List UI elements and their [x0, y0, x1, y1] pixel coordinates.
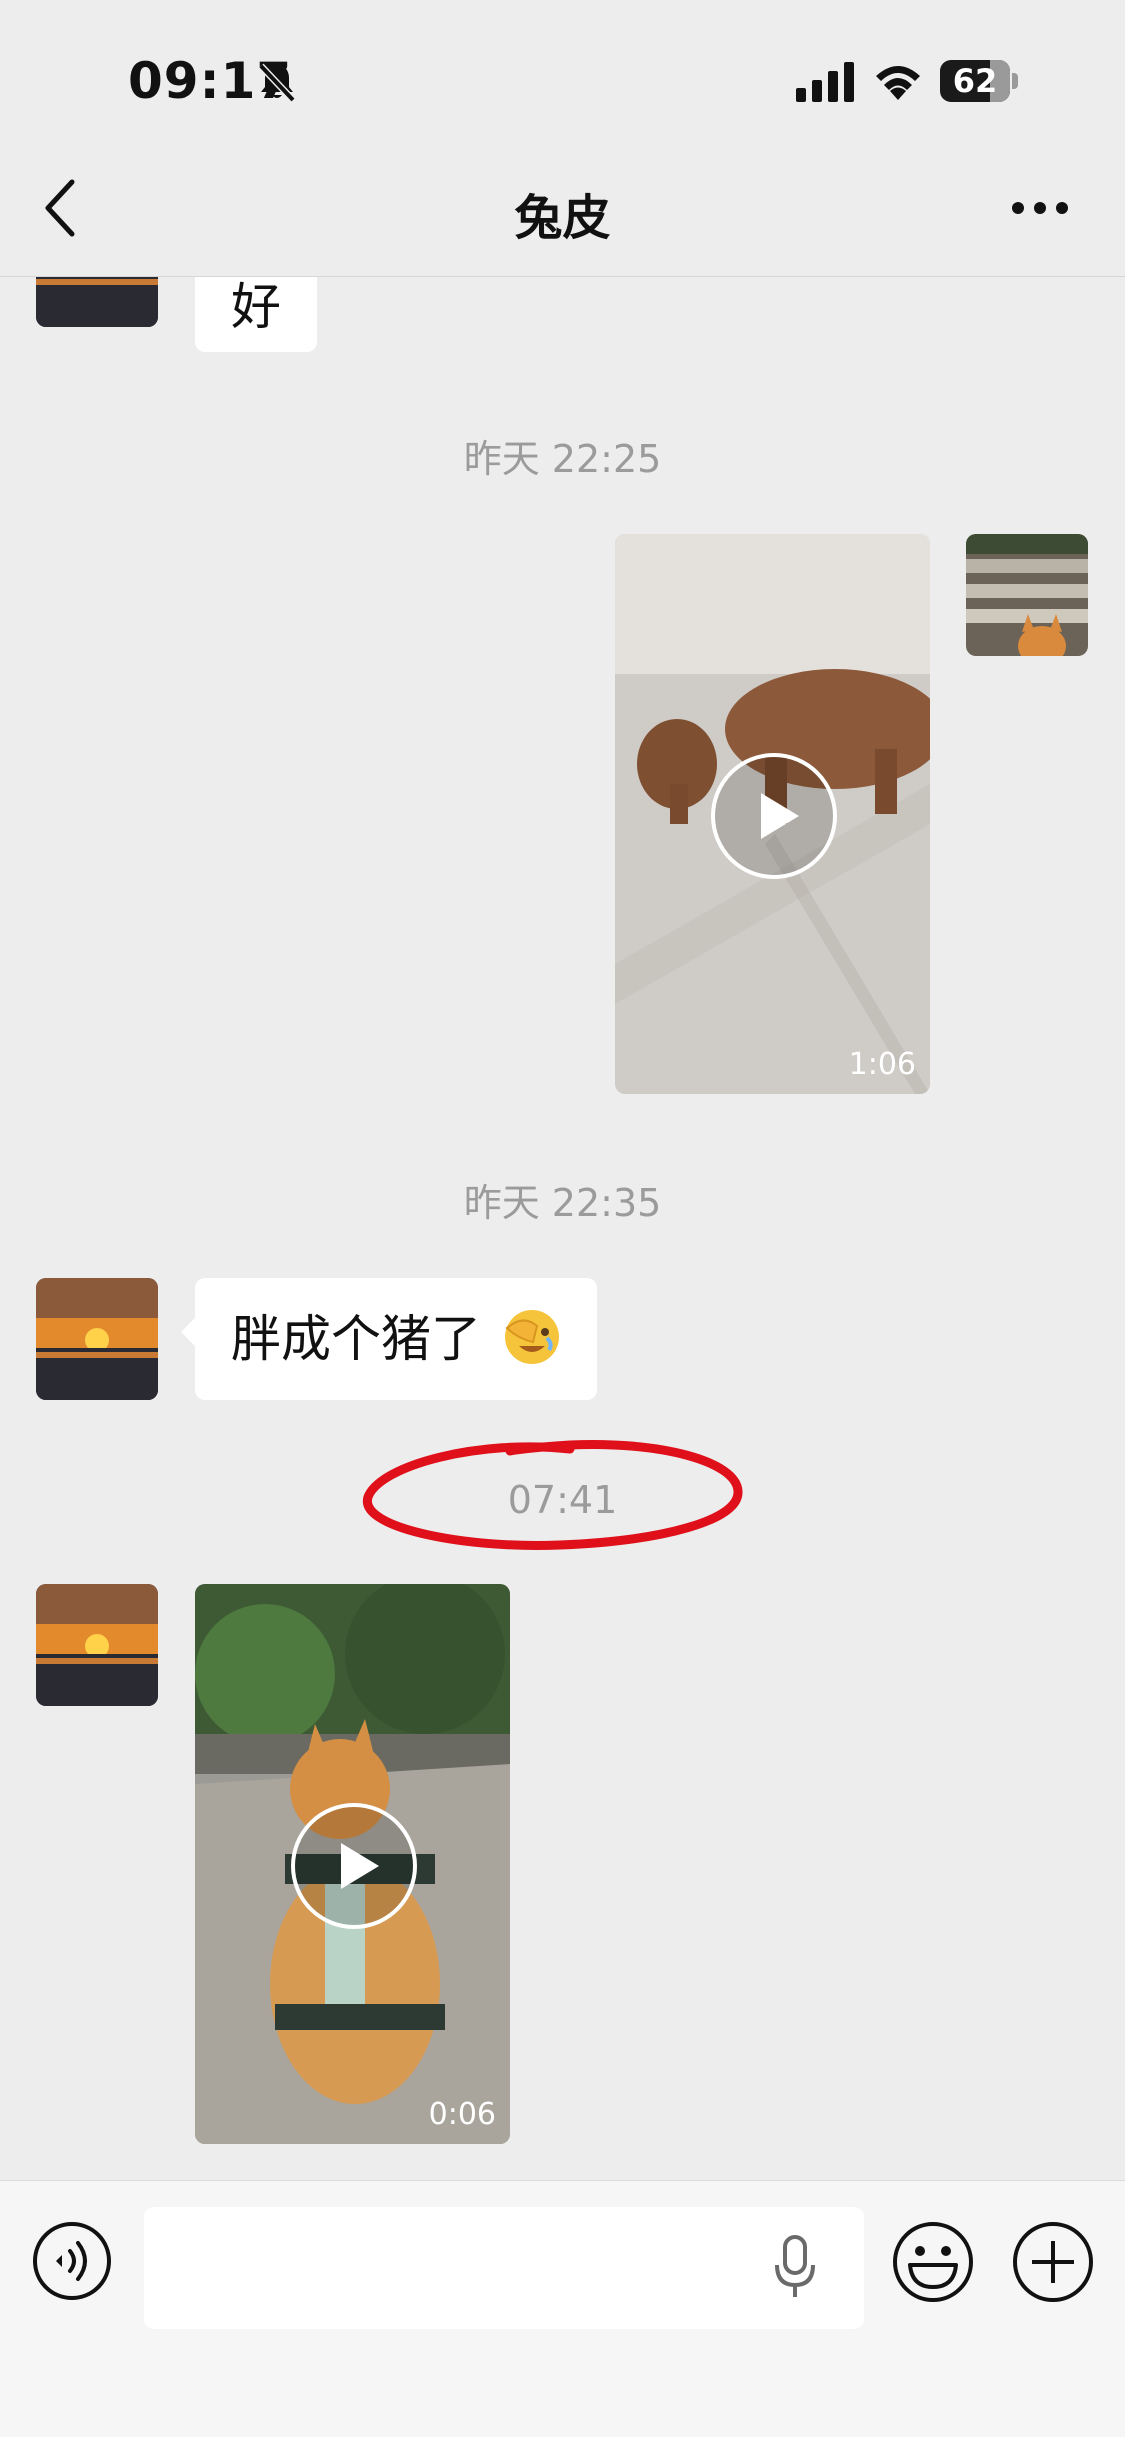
bell-mute-icon — [258, 63, 296, 103]
play-icon — [341, 1843, 379, 1889]
input-bar — [0, 2180, 1125, 2437]
my-avatar[interactable] — [966, 534, 1088, 656]
chat-header: 兔皮 — [0, 140, 1125, 277]
play-icon — [761, 793, 799, 839]
voice-icon[interactable] — [32, 2221, 112, 2301]
contact-avatar[interactable] — [36, 1278, 158, 1400]
video-duration: 1:06 — [848, 1047, 916, 1082]
video-duration: 0:06 — [428, 2097, 496, 2132]
message-text: 好 — [231, 278, 281, 336]
play-button[interactable] — [291, 1803, 417, 1929]
message-input[interactable] — [144, 2207, 864, 2329]
contact-avatar[interactable] — [36, 1584, 158, 1706]
plus-icon[interactable] — [1012, 2221, 1094, 2303]
message-bubble[interactable]: 好 — [195, 277, 317, 352]
timestamp: 07:41 — [507, 1478, 618, 1522]
mic-icon[interactable] — [774, 2235, 816, 2299]
signal-icon — [796, 62, 854, 102]
contact-avatar[interactable] — [36, 277, 158, 327]
message-text: 胖成个猪了 — [231, 1310, 481, 1368]
chat-title: 兔皮 — [514, 190, 611, 246]
video-message[interactable]: 0:06 — [195, 1584, 510, 2144]
facepalm-emoji-icon — [504, 1310, 559, 1364]
timestamp: 昨天 22:25 — [463, 437, 662, 481]
play-button[interactable] — [711, 753, 837, 879]
wifi-icon — [876, 66, 920, 100]
message-bubble[interactable]: 胖成个猪了 — [181, 1278, 597, 1400]
emoji-icon[interactable] — [892, 2221, 974, 2303]
video-message[interactable]: 1:06 — [615, 534, 930, 1094]
battery-indicator: 62 — [940, 60, 1020, 102]
battery-level: 62 — [952, 62, 998, 100]
message-row-1: 好 — [0, 277, 1125, 387]
timestamp: 昨天 22:35 — [463, 1181, 662, 1225]
more-icon[interactable] — [1010, 196, 1070, 220]
